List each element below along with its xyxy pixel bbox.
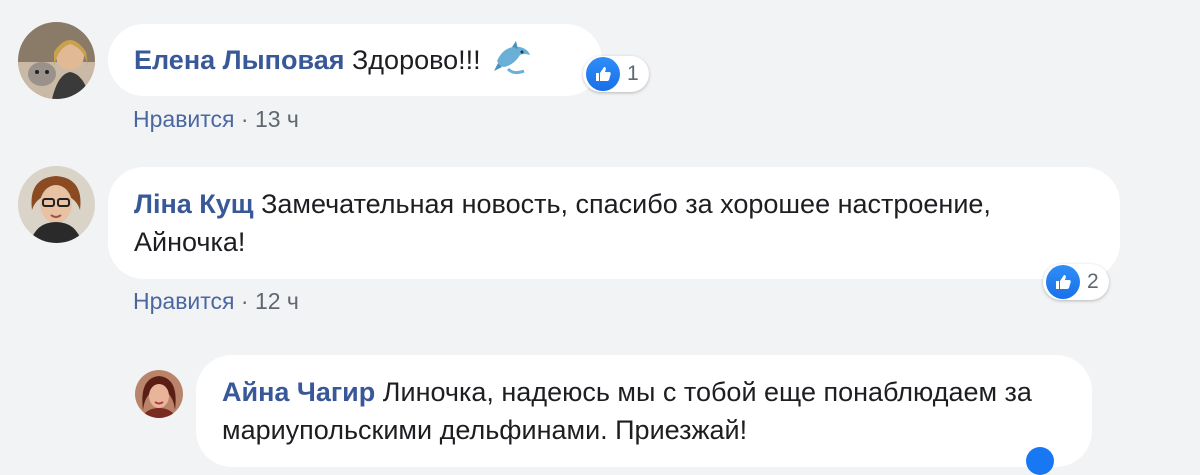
avatar[interactable] <box>135 370 183 418</box>
comment-bubble: Елена Лыповая Здорово!!! <box>108 24 602 96</box>
comment-bubble: Айна Чагир Линочка, надеюсь мы с тобой е… <box>196 355 1092 467</box>
like-icon <box>586 57 620 91</box>
comment-time[interactable]: 13 ч <box>255 106 299 132</box>
comment-meta: Нравится · 13 ч <box>133 104 299 134</box>
like-link[interactable]: Нравится <box>133 106 235 132</box>
comment-time[interactable]: 12 ч <box>255 288 299 314</box>
reaction-count: 2 <box>1087 270 1099 293</box>
like-link[interactable]: Нравится <box>133 288 235 314</box>
reaction-badge[interactable]: 2 <box>1043 264 1109 300</box>
like-icon <box>1046 265 1080 299</box>
comment-text: Здорово!!! <box>351 45 481 75</box>
meta-separator: · <box>240 106 249 132</box>
meta-separator: · <box>240 288 249 314</box>
comment-author[interactable]: Ліна Кущ <box>134 189 254 219</box>
dolphin-emoji-icon <box>494 41 532 85</box>
avatar[interactable] <box>18 166 95 243</box>
reaction-badge[interactable]: 1 <box>583 56 649 92</box>
comment-text: Замечательная новость, спасибо за хороше… <box>134 189 991 257</box>
comment-meta: Нравится · 12 ч <box>133 286 299 316</box>
comment-author[interactable]: Елена Лыповая <box>134 45 344 75</box>
comment-bubble: Ліна Кущ Замечательная новость, спасибо … <box>108 167 1120 279</box>
avatar[interactable] <box>18 22 95 99</box>
reaction-count: 1 <box>627 62 639 85</box>
comment-author[interactable]: Айна Чагир <box>222 377 375 407</box>
reaction-badge-partial[interactable] <box>1026 447 1054 475</box>
